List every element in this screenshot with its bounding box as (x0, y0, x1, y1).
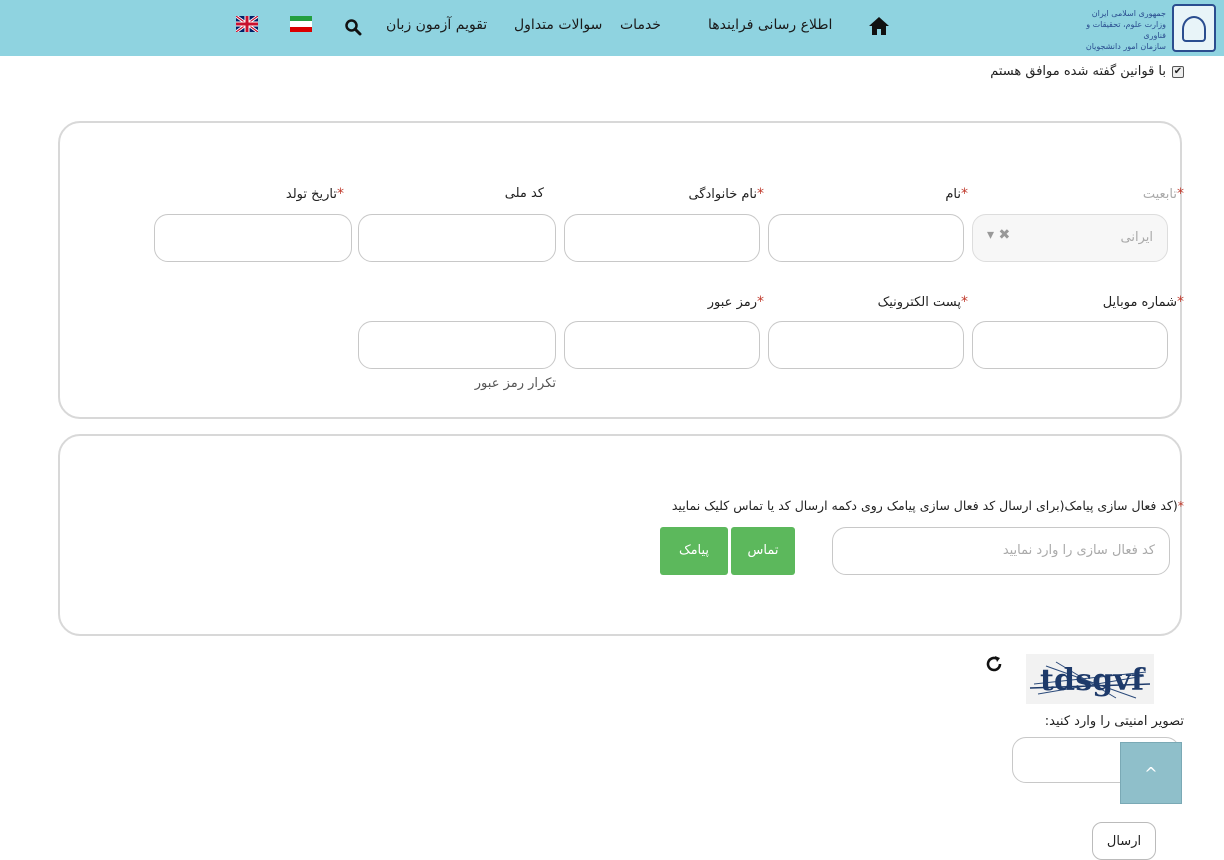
site-logo[interactable]: جمهوری اسلامی ایران وزارت علوم، تحقیقات … (1066, 4, 1216, 52)
nationality-value: ایرانی (1120, 230, 1153, 245)
terms-agreement[interactable]: با قوانین گفته شده موافق هستم ✔ (990, 64, 1184, 79)
home-icon[interactable] (868, 16, 890, 36)
birth-date-label: *تاریخ تولد (285, 186, 344, 202)
terms-agreement-label: با قوانین گفته شده موافق هستم (990, 64, 1166, 79)
nav-faq[interactable]: سوالات متداول (514, 17, 602, 33)
clear-icon[interactable]: ✖ (998, 227, 1010, 243)
password-repeat-input[interactable] (358, 321, 556, 369)
mobile-label: *شماره موبایل (1102, 294, 1184, 310)
nav-exam-calendar[interactable]: تقویم آزمون زبان (386, 17, 487, 33)
logo-line-3: سازمان امور دانشجویان (1085, 42, 1166, 51)
national-code-input[interactable] (358, 214, 556, 262)
top-navbar: جمهوری اسلامی ایران وزارت علوم، تحقیقات … (0, 0, 1224, 56)
submit-button[interactable]: ارسال (1092, 822, 1156, 860)
first-name-input[interactable] (768, 214, 964, 262)
email-input[interactable] (768, 321, 964, 369)
sms-button[interactable]: پیامک (660, 527, 728, 575)
refresh-icon[interactable] (984, 654, 1004, 674)
mobile-input[interactable] (972, 321, 1168, 369)
password-input[interactable] (564, 321, 760, 369)
terms-checkbox[interactable]: ✔ (1172, 65, 1184, 78)
sms-code-placeholder: کد فعال سازی را وارد نمایید (1002, 543, 1155, 558)
birth-date-input[interactable] (154, 214, 352, 262)
last-name-input[interactable] (564, 214, 760, 262)
last-name-label: *نام خانوادگی (688, 186, 764, 202)
captcha-label: تصویر امنیتی را وارد کنید: (1044, 714, 1184, 729)
logo-line-1: جمهوری اسلامی ایران (1091, 9, 1166, 18)
chevron-up-icon: ^ (1144, 764, 1158, 783)
password-repeat-hint: تکرار رمز عبور (474, 376, 556, 391)
nationality-select[interactable]: ایرانی ▾ ✖ (972, 214, 1168, 262)
uk-flag-icon[interactable] (236, 16, 258, 32)
search-icon[interactable] (344, 18, 362, 36)
nav-services[interactable]: خدمات (620, 17, 661, 33)
email-label: *پست الکترونیک (877, 294, 968, 310)
nationality-label: *تابعیت (1142, 186, 1184, 202)
first-name-label: *نام (945, 186, 968, 202)
scroll-to-top-button[interactable]: ^ (1120, 742, 1182, 804)
password-label: *رمز عبور (707, 294, 764, 310)
captcha-text: tdsgvf (1040, 663, 1146, 698)
logo-line-2: وزارت علوم، تحقیقات و فناوری (1086, 20, 1166, 40)
sms-code-label: *(کد فعال سازی پیامک(برای ارسال کد فعال … (671, 498, 1184, 513)
captcha-image: tdsgvf (1026, 654, 1154, 704)
call-button[interactable]: تماس (731, 527, 795, 575)
logo-emblem-icon (1172, 4, 1216, 52)
national-code-label: کد ملی (504, 186, 544, 201)
chevron-down-icon[interactable]: ▾ (987, 227, 994, 243)
nav-process-info[interactable]: اطلاع رسانی فرایندها (708, 17, 832, 33)
iran-flag-icon[interactable] (290, 16, 312, 32)
personal-info-panel (58, 121, 1182, 419)
sms-code-input[interactable]: کد فعال سازی را وارد نمایید (832, 527, 1170, 575)
